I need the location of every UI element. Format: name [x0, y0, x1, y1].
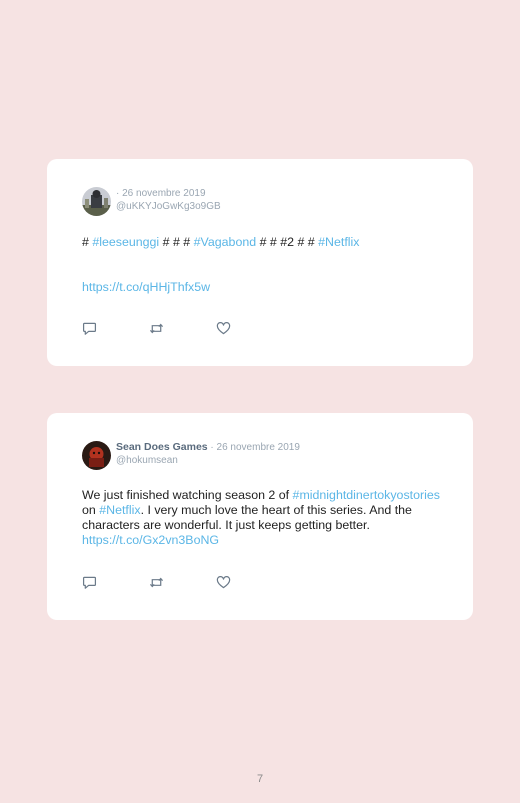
tweet-meta: · 26 novembre 2019 @uKKYJoGwKg3o9GB [116, 187, 221, 213]
date-separator: · [207, 442, 217, 453]
avatar[interactable] [82, 441, 111, 470]
tweet-actions [82, 575, 283, 590]
text-fragment: We just finished watching season 2 of [82, 488, 293, 502]
avatar[interactable] [82, 187, 111, 216]
author-handle[interactable]: @hokumsean [116, 454, 300, 467]
tweet-card: Sean Does Games · 26 novembre 2019 @hoku… [47, 413, 473, 620]
tweet-header: · 26 novembre 2019 @uKKYJoGwKg3o9GB [82, 187, 221, 216]
tweet-text: # #leeseunggi # # # #Vagabond # # #2 # #… [82, 235, 442, 295]
hashtag-link[interactable]: #midnightdinertokyostories [293, 488, 440, 502]
hashtag-link[interactable]: #Netflix [318, 235, 359, 249]
tweet-date: 26 novembre 2019 [122, 188, 206, 199]
author-name[interactable]: Sean Does Games [116, 441, 208, 453]
text-fragment: # [82, 235, 93, 249]
reply-icon[interactable] [82, 575, 97, 590]
text-fragment: on [82, 503, 100, 517]
tweet-actions [82, 321, 283, 336]
like-icon[interactable] [216, 321, 231, 336]
tweet-text: We just finished watching season 2 of #m… [82, 488, 442, 548]
hashtag-link[interactable]: #Vagabond [194, 235, 256, 249]
tweet-url[interactable]: https://t.co/qHHjThfx5w [82, 280, 210, 294]
reply-icon[interactable] [82, 321, 97, 336]
tweet-url-line: https://t.co/qHHjThfx5w [82, 280, 442, 295]
tweet-meta: Sean Does Games · 26 novembre 2019 @hoku… [116, 441, 300, 467]
retweet-icon[interactable] [149, 321, 164, 336]
retweet-icon[interactable] [149, 575, 164, 590]
like-icon[interactable] [216, 575, 231, 590]
tweet-hashtag-line: # #leeseunggi # # # #Vagabond # # #2 # #… [82, 235, 442, 250]
page-number: 7 [256, 773, 264, 785]
tweet-date: 26 novembre 2019 [216, 442, 300, 453]
tweet-header: Sean Does Games · 26 novembre 2019 @hoku… [82, 441, 300, 470]
tweet-url[interactable]: https://t.co/Gx2vn3BoNG [82, 533, 219, 547]
hashtag-link[interactable]: #leeseunggi [92, 235, 159, 249]
hashtag-link[interactable]: #Netflix [99, 503, 140, 517]
text-fragment: # # #2 # # [256, 235, 319, 249]
text-fragment: # # # [159, 235, 194, 249]
author-handle[interactable]: @uKKYJoGwKg3o9GB [116, 200, 221, 213]
tweet-card: · 26 novembre 2019 @uKKYJoGwKg3o9GB # #l… [47, 159, 473, 366]
